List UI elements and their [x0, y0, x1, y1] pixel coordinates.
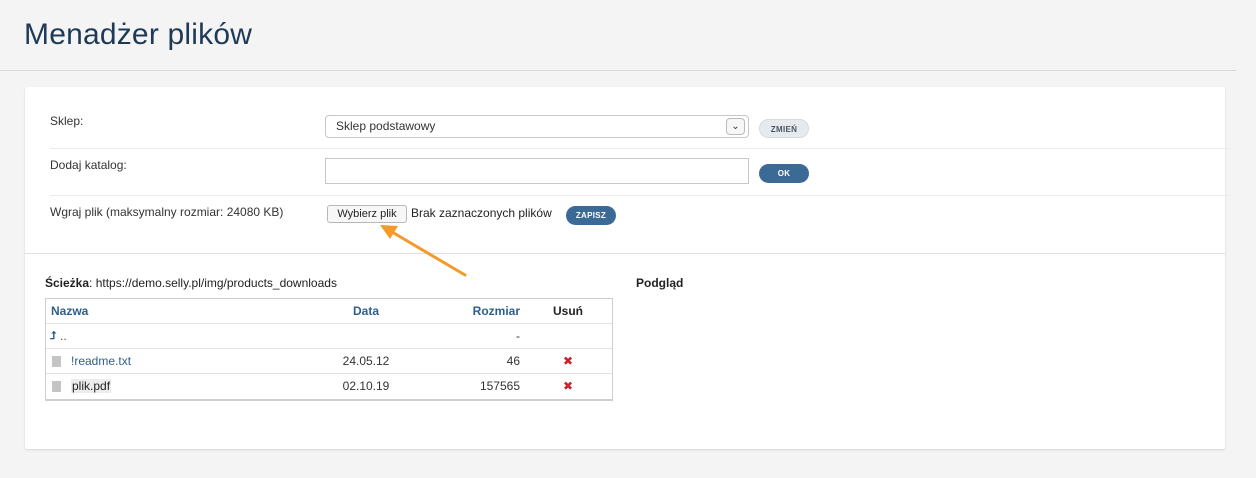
arrow-annotation-icon: [380, 225, 467, 277]
